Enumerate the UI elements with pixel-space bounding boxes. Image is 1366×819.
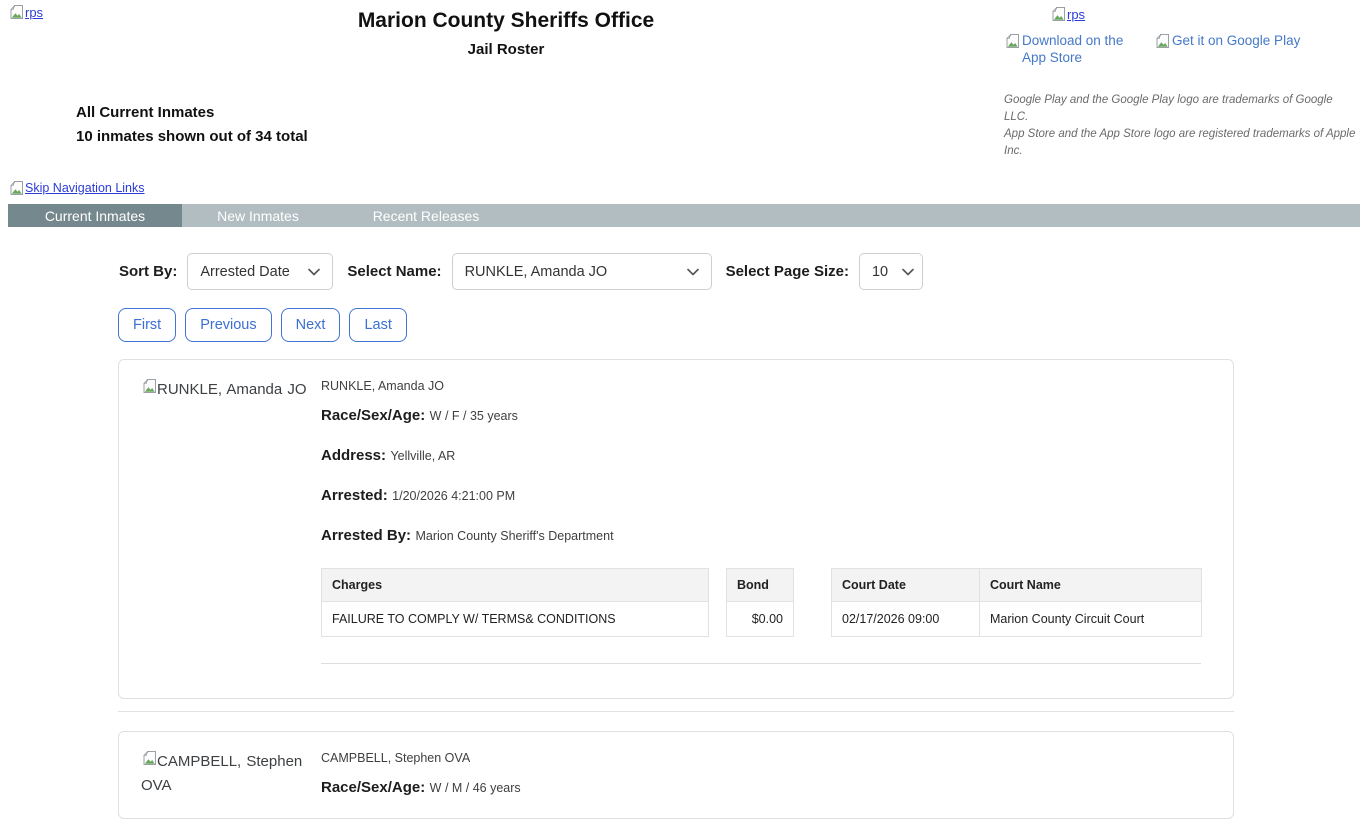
table-row: FAILURE TO COMPLY W/ TERMS& CONDITIONS	[322, 602, 709, 637]
page-size-label: Select Page Size:	[726, 263, 849, 280]
chevron-down-icon	[308, 268, 320, 276]
skip-navigation-label: Skip Navigation Links	[25, 180, 145, 196]
court-name-cell: Marion County Circuit Court	[980, 602, 1202, 637]
chevron-down-icon	[902, 268, 914, 276]
list-controls: Sort By: Arrested Date Select Name: RUNK…	[119, 253, 1234, 290]
broken-image-icon	[1154, 33, 1170, 49]
court-name-header: Court Name	[980, 569, 1202, 602]
page-size-value: 10	[872, 264, 888, 280]
race-sex-age-label: Race/Sex/Age:	[321, 779, 425, 796]
arrested-by-value: Marion County Sheriff's Department	[415, 529, 613, 543]
trademark-notice: Google Play and the Google Play logo are…	[1004, 92, 1360, 160]
tab-bar: Current Inmates New Inmates Recent Relea…	[8, 204, 1360, 227]
arrested-row: Arrested: 1/20/2026 4:21:00 PM	[321, 486, 1209, 506]
address-label: Address:	[321, 447, 386, 464]
summary-count: 10 inmates shown out of 34 total	[76, 127, 1004, 146]
race-sex-age-value: W / M / 46 years	[430, 781, 521, 795]
race-sex-age-row: Race/Sex/Age: W / M / 46 years	[321, 778, 1209, 798]
page-subtitle: Jail Roster	[8, 41, 1004, 59]
inmate-photo-link[interactable]: RUNKLE, Amanda JO	[141, 370, 321, 698]
chevron-down-icon	[687, 268, 699, 276]
google-play-label: Get it on Google Play	[1172, 32, 1300, 49]
select-name-label: Select Name:	[347, 263, 441, 280]
skip-navigation-link[interactable]: Skip Navigation Links	[8, 180, 145, 196]
page-title: Marion County Sheriffs Office	[8, 8, 1004, 34]
app-store-link[interactable]: Download on the App Store	[1004, 32, 1136, 66]
arrested-value: 1/20/2026 4:21:00 PM	[392, 489, 515, 503]
pagination: First Previous Next Last	[118, 308, 1234, 342]
inmate-card: RUNKLE, Amanda JO RUNKLE, Amanda JO Race…	[118, 359, 1234, 699]
sort-by-label: Sort By:	[119, 263, 177, 280]
court-table: Court Date Court Name 02/17/2026 09:00 M…	[831, 568, 1202, 637]
roster-summary: All Current Inmates 10 inmates shown out…	[76, 103, 1004, 146]
arrested-label: Arrested:	[321, 487, 388, 504]
charge-cell: FAILURE TO COMPLY W/ TERMS& CONDITIONS	[322, 602, 709, 637]
sort-by-select[interactable]: Arrested Date	[187, 253, 333, 290]
app-store-label: Download on the App Store	[1022, 32, 1136, 66]
address-value: Yellville, AR	[390, 449, 455, 463]
court-date-header: Court Date	[832, 569, 980, 602]
cards-divider	[118, 711, 1234, 712]
first-button[interactable]: First	[118, 308, 176, 342]
main-content: Sort By: Arrested Date Select Name: RUNK…	[118, 253, 1234, 819]
inmate-name: CAMPBELL, Stephen OVA	[321, 750, 1209, 766]
address-row: Address: Yellville, AR	[321, 446, 1209, 466]
tab-new-inmates[interactable]: New Inmates	[182, 204, 334, 227]
race-sex-age-value: W / F / 35 years	[430, 409, 518, 423]
charges-header: Charges	[322, 569, 709, 602]
arrested-by-label: Arrested By:	[321, 527, 411, 544]
next-button[interactable]: Next	[281, 308, 341, 342]
select-name-select[interactable]: RUNKLE, Amanda JO	[452, 253, 712, 290]
broken-image-icon	[1050, 6, 1066, 22]
select-name-value: RUNKLE, Amanda JO	[465, 264, 608, 280]
inmate-photo-link[interactable]: CAMPBELL, Stephen OVA	[141, 742, 321, 818]
tab-current-inmates[interactable]: Current Inmates	[8, 204, 182, 227]
broken-image-icon	[8, 4, 24, 20]
rps-logo-link[interactable]: rps	[8, 4, 43, 20]
header-main: rps Marion County Sheriffs Office Jail R…	[8, 0, 1004, 160]
tab-recent-releases[interactable]: Recent Releases	[334, 204, 518, 227]
rps-badge-link[interactable]: rps	[1050, 6, 1085, 22]
inmate-photo-alt: RUNKLE, Amanda JO	[157, 381, 307, 398]
app-badges: Download on the App Store Get it on Goog…	[1004, 32, 1360, 66]
trademark-line-apple: App Store and the App Store logo are reg…	[1004, 126, 1360, 160]
broken-image-icon	[141, 750, 157, 766]
summary-heading: All Current Inmates	[76, 103, 1004, 122]
page-size-select[interactable]: 10	[859, 253, 923, 290]
race-sex-age-label: Race/Sex/Age:	[321, 407, 425, 424]
inmate-details: CAMPBELL, Stephen OVA Race/Sex/Age: W / …	[321, 742, 1217, 818]
bond-cell: $0.00	[727, 602, 794, 637]
last-button[interactable]: Last	[349, 308, 406, 342]
inmate-details: RUNKLE, Amanda JO Race/Sex/Age: W / F / …	[321, 370, 1217, 698]
bond-table: Bond $0.00	[726, 568, 794, 637]
inmate-name: RUNKLE, Amanda JO	[321, 378, 1209, 394]
page-header: rps Marion County Sheriffs Office Jail R…	[8, 0, 1360, 160]
trademark-line-google: Google Play and the Google Play logo are…	[1004, 92, 1360, 126]
arrested-by-row: Arrested By: Marion County Sheriff's Dep…	[321, 526, 1209, 546]
broken-image-icon	[1004, 33, 1020, 49]
race-sex-age-row: Race/Sex/Age: W / F / 35 years	[321, 406, 1209, 426]
inmate-photo-alt: CAMPBELL, Stephen OVA	[141, 753, 302, 794]
broken-image-icon	[141, 378, 157, 394]
header-right: rps Download on the App Store Get it on …	[1004, 0, 1360, 160]
jail-roster-page: rps Marion County Sheriffs Office Jail R…	[0, 0, 1366, 819]
rps-badge-alt: rps	[1067, 7, 1085, 22]
table-row: $0.00	[727, 602, 794, 637]
inmate-card: CAMPBELL, Stephen OVA CAMPBELL, Stephen …	[118, 731, 1234, 819]
broken-image-icon	[8, 180, 24, 196]
sort-by-value: Arrested Date	[200, 264, 289, 280]
bond-header: Bond	[727, 569, 794, 602]
charges-table: Charges FAILURE TO COMPLY W/ TERMS& COND…	[321, 568, 709, 637]
previous-button[interactable]: Previous	[185, 308, 271, 342]
table-row: 02/17/2026 09:00 Marion County Circuit C…	[832, 602, 1202, 637]
rps-logo-alt: rps	[25, 5, 43, 20]
google-play-link[interactable]: Get it on Google Play	[1154, 32, 1300, 66]
court-date-cell: 02/17/2026 09:00	[832, 602, 980, 637]
charges-tables: Charges FAILURE TO COMPLY W/ TERMS& COND…	[321, 568, 1209, 637]
